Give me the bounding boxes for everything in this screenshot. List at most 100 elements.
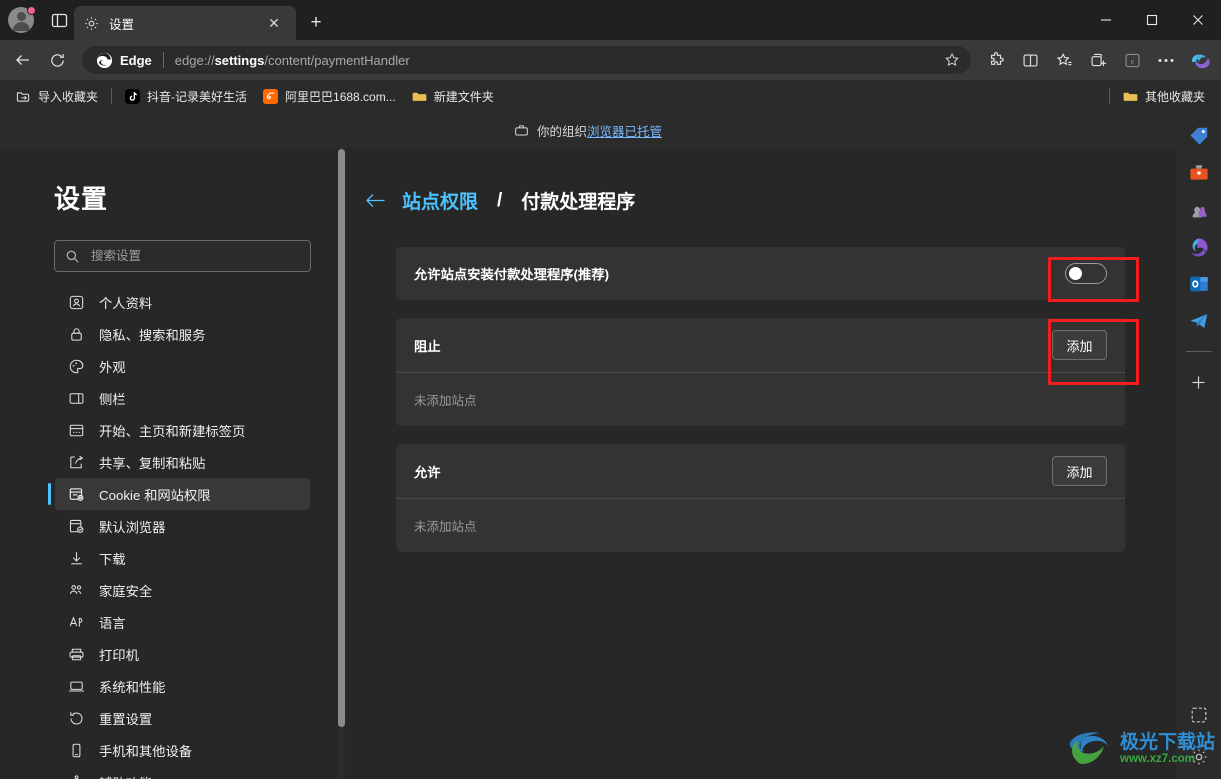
screenshot-icon[interactable] [1183,699,1215,731]
profile-icon [67,293,85,311]
back-button-icon[interactable] [6,44,40,76]
title-bar-left [0,0,74,40]
refresh-icon[interactable] [40,44,74,76]
rail-divider [1185,351,1212,352]
sidebar-item-profile[interactable]: 个人资料 [55,286,310,318]
settings-page: 设置 个人资料 [0,149,1176,779]
sidebar-scrollbar-thumb[interactable] [338,149,345,727]
sidebar-item-label: 辅助功能 [99,773,152,779]
close-icon[interactable]: ✕ [262,11,286,35]
block-card-header: 阻止 添加 [396,318,1125,373]
games-icon[interactable] [1183,194,1215,226]
tab-settings[interactable]: 设置 ✕ [74,6,296,40]
ie-mode-icon[interactable]: e [1115,44,1149,76]
sidebar-item-share-copy-paste[interactable]: 共享、复制和粘贴 [55,446,310,478]
sidebar-item-label: 系统和性能 [99,679,166,695]
managed-browser-banner: 你的组织 浏览器已托管 [0,112,1176,149]
settings-sidebar: 设置 个人资料 [0,149,345,779]
sidebar-item-privacy[interactable]: 隐私、搜索和服务 [55,318,310,350]
bookmark-new-folder[interactable]: 新建文件夹 [404,85,502,108]
close-button[interactable] [1175,0,1221,40]
collections-icon[interactable] [1081,44,1115,76]
allow-card-title: 允许 [414,464,441,480]
sidebar-item-label: 默认浏览器 [99,519,166,535]
allow-list-card: 允许 添加 未添加站点 [396,444,1125,552]
sidebar-item-printers[interactable]: 打印机 [55,638,310,670]
extensions-icon[interactable] [979,44,1013,76]
edge-label: Edge [120,52,152,68]
home-icon [67,421,85,439]
bookmark-import[interactable]: 导入收藏夹 [8,85,106,108]
favorite-star-icon[interactable] [939,47,965,73]
sidebar-item-cookies-permissions[interactable]: Cookie 和网站权限 [48,478,310,510]
avatar[interactable] [8,6,36,33]
avatar-body [12,22,30,31]
toolbox-icon[interactable] [1183,157,1215,189]
browser-window: 设置 ✕ + Edge edge://settings/content/paym… [0,0,1221,779]
page-title: 设置 [54,184,109,214]
block-add-button[interactable]: 添加 [1052,330,1107,360]
bookmark-label: 其他收藏夹 [1144,89,1205,104]
system-icon [67,677,85,695]
sidebar-item-default-browser[interactable]: 默认浏览器 [55,510,310,542]
bookmark-douyin[interactable]: 抖音-记录美好生活 [117,85,255,108]
maximize-button[interactable] [1129,0,1175,40]
sidebar-item-languages[interactable]: 语言 [55,606,310,638]
breadcrumb-current: 付款处理程序 [521,192,636,213]
sidebar-item-accessibility[interactable]: 辅助功能 [55,766,310,779]
sidebar-item-label: 下载 [99,551,126,567]
sidebar-item-start-home[interactable]: 开始、主页和新建标签页 [55,414,310,446]
tag-icon[interactable] [1183,120,1215,152]
allow-payment-handlers-toggle[interactable] [1065,263,1107,284]
bookmark-label: 新建文件夹 [433,89,494,104]
edge-identity-badge: Edge [96,52,152,69]
folder-icon [412,89,427,104]
douyin-icon [125,88,141,104]
allow-card-header: 允许 添加 [396,444,1125,499]
printer-icon [67,645,85,663]
sidebar-item-label: 语言 [99,615,126,631]
sidebar-item-label: Cookie 和网站权限 [99,487,211,503]
telegram-icon[interactable] [1183,305,1215,337]
new-tab-button[interactable]: + [300,7,332,39]
bookmark-alibaba[interactable]: 阿里巴巴1688.com... [255,85,404,108]
folder-icon [1123,89,1138,104]
sidebar-item-label: 个人资料 [99,295,153,311]
search-input[interactable] [91,249,300,263]
address-bar[interactable]: Edge edge://settings/content/paymentHand… [82,46,971,74]
allow-empty-text: 未添加站点 [414,520,477,534]
tab-actions-icon[interactable] [44,5,74,35]
sidebar-item-reset-settings[interactable]: 重置设置 [55,702,310,734]
gear-icon[interactable] [1183,741,1215,773]
sidebar-item-label: 开始、主页和新建标签页 [99,423,246,439]
bookmark-other-favorites[interactable]: 其他收藏夹 [1115,85,1213,108]
sidebar-item-appearance[interactable]: 外观 [55,350,310,382]
search-settings-box[interactable] [54,240,311,272]
rail-bottom-group [1183,699,1215,773]
search-icon [65,249,80,264]
lock-icon [67,325,85,343]
bookmarks-divider-right [1108,88,1110,104]
microsoft365-icon[interactable] [1183,231,1215,263]
sidebar-item-system-performance[interactable]: 系统和性能 [55,670,310,702]
minimize-button[interactable] [1083,0,1129,40]
favorites-icon[interactable] [1047,44,1081,76]
sidebar-item-family-safety[interactable]: 家庭安全 [55,574,310,606]
copilot-icon[interactable] [1185,45,1215,75]
outlook-icon[interactable] [1183,268,1215,300]
breadcrumb-parent-link[interactable]: 站点权限 [402,187,478,214]
split-screen-icon[interactable] [1013,44,1047,76]
add-sidebar-app-button[interactable] [1183,366,1215,398]
sidebar-item-label: 重置设置 [99,711,153,727]
sidebar-item-phone-devices[interactable]: 手机和其他设备 [55,734,310,766]
sidebar-item-downloads[interactable]: 下载 [55,542,310,574]
managed-link[interactable]: 浏览器已托管 [587,121,662,140]
sidebar-item-sidebar[interactable]: 侧栏 [55,382,310,414]
cookie-icon [67,485,85,503]
browser-toolbar: Edge edge://settings/content/paymentHand… [0,40,1221,80]
reset-icon [67,709,85,727]
more-options-icon[interactable] [1149,44,1183,76]
allow-add-button[interactable]: 添加 [1052,456,1107,486]
back-arrow-icon[interactable] [365,192,386,209]
briefcase-icon [514,123,529,138]
